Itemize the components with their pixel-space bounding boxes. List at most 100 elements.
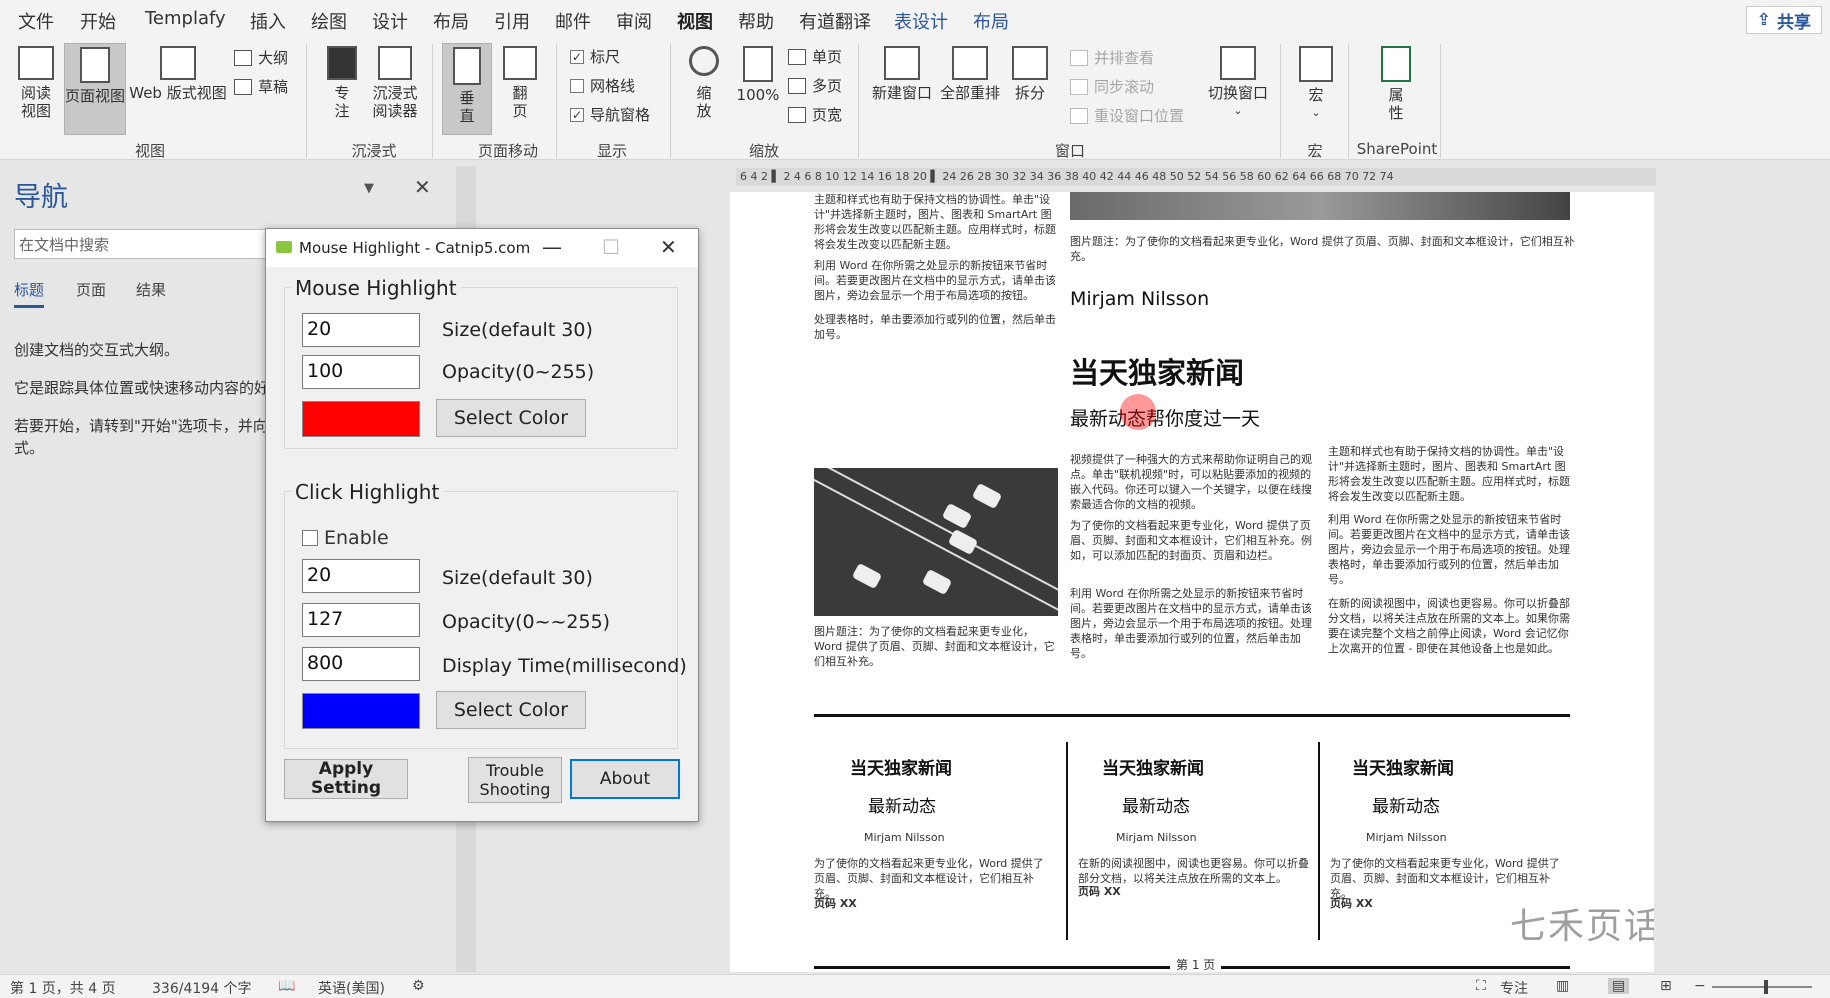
mouse-size-input[interactable]: 20: [302, 313, 420, 347]
gridlines-checkbox[interactable]: 网格线: [570, 75, 635, 96]
nav-pane-check-icon: ✓: [570, 107, 584, 122]
vertical-button[interactable]: 垂直: [442, 43, 492, 135]
tab-templafy[interactable]: Templafy: [145, 8, 226, 29]
tab-insert[interactable]: 插入: [250, 8, 286, 34]
properties-button[interactable]: 属性: [1372, 46, 1420, 122]
click-size-label: Size(default 30): [442, 567, 593, 589]
sync-scroll-label: 同步滚动: [1094, 78, 1155, 96]
apply-setting-button[interactable]: Apply Setting: [284, 759, 408, 799]
road-photo-top[interactable]: [1070, 192, 1570, 220]
tab-review[interactable]: 审阅: [616, 8, 652, 34]
tab-table-design[interactable]: 表设计: [894, 8, 948, 34]
globe-page-icon: [160, 46, 196, 80]
click-opacity-input[interactable]: 127: [302, 603, 420, 637]
tab-layout[interactable]: 布局: [433, 8, 469, 34]
zoom-slider[interactable]: [1712, 980, 1812, 994]
page-width-button[interactable]: 页宽: [788, 104, 842, 125]
horizontal-ruler[interactable]: 6 4 2 ▌ 2 4 6 8 10 12 14 16 18 20 ▌ 24 2…: [736, 168, 1656, 186]
mouse-opacity-input[interactable]: 100: [302, 355, 420, 389]
nav-close-icon[interactable]: ✕: [414, 175, 431, 199]
web-layout-button[interactable]: Web 版式视图: [128, 46, 228, 102]
nav-tab-pages[interactable]: 页面: [76, 279, 106, 300]
one-page-button[interactable]: 单页: [788, 46, 842, 67]
side-to-side-button[interactable]: 翻页: [500, 46, 540, 120]
tab-view[interactable]: 视图: [677, 8, 713, 42]
reset-window-button[interactable]: 重设窗口位置: [1070, 105, 1184, 126]
accessibility-icon[interactable]: ⚙: [412, 978, 425, 994]
tab-youdao[interactable]: 有道翻译: [799, 8, 871, 34]
dialog-titlebar[interactable]: Mouse Highlight - Catnip5.com — ☐ ✕: [266, 229, 698, 267]
document-page[interactable]: 主题和样式也有助于保持文档的协调性。单击"设计"并选择新主题时，图片、图表和 S…: [730, 192, 1654, 972]
focus-button[interactable]: 专注: [322, 46, 362, 120]
print-layout-button[interactable]: 页面视图: [64, 43, 126, 135]
card3-headline: 当天独家新闻: [1352, 759, 1454, 779]
sync-scroll-button[interactable]: 同步滚动: [1070, 76, 1154, 97]
tab-references[interactable]: 引用: [494, 8, 530, 34]
nav-tab-headings[interactable]: 标题: [14, 279, 45, 308]
mid-col2-p2: 利用 Word 在你所需之处显示的新按钮来节省时间。若要更改图片在文档中的显示方…: [1328, 513, 1570, 586]
card3-body: 为了使你的文档看起来更专业化，Word 提供了页眉、页脚、封面和文本框设计，它们…: [1330, 857, 1560, 900]
maximize-icon[interactable]: ☐: [602, 235, 620, 259]
about-button[interactable]: About: [570, 759, 680, 799]
macros-button[interactable]: 宏 ⌄: [1296, 46, 1336, 122]
switch-window-button[interactable]: 切换窗口 ⌄: [1206, 46, 1270, 120]
tab-draw[interactable]: 绘图: [311, 8, 347, 34]
headline: 当天独家新闻: [1070, 356, 1245, 390]
zoom-button[interactable]: 缩放: [684, 46, 724, 120]
immersive-reader-button[interactable]: 沉浸式阅读器: [368, 46, 422, 120]
zoom-out-icon[interactable]: −: [1694, 978, 1706, 994]
status-language[interactable]: 英语(美国): [318, 978, 385, 998]
zoom-slider-thumb[interactable]: [1764, 980, 1768, 994]
tab-help[interactable]: 帮助: [738, 8, 774, 34]
status-focus[interactable]: 专注: [1500, 978, 1528, 998]
card2-headline: 当天独家新闻: [1102, 759, 1204, 779]
macros-icon: [1299, 46, 1333, 82]
trouble-shooting-button[interactable]: Trouble Shooting: [468, 757, 562, 803]
ribbon-separator: [670, 44, 671, 158]
sync-scroll-icon: [1070, 78, 1088, 95]
tab-home[interactable]: 开始: [80, 8, 116, 34]
multi-page-button[interactable]: 多页: [788, 75, 842, 96]
tab-file[interactable]: 文件: [18, 8, 54, 34]
mouse-select-color-button[interactable]: Select Color: [436, 399, 586, 437]
nav-options-chevron-icon[interactable]: ▼: [364, 181, 374, 196]
web-layout-icon[interactable]: ⊞: [1660, 978, 1672, 994]
zoom-100-button[interactable]: 100%: [734, 46, 782, 104]
read-mode-icon[interactable]: ▥: [1556, 978, 1569, 994]
close-icon[interactable]: ✕: [660, 235, 677, 259]
ruler-checkbox[interactable]: ✓ 标尺: [570, 46, 620, 67]
minimize-icon[interactable]: —: [542, 235, 562, 259]
trouble-label-1: Trouble: [485, 761, 545, 780]
tab-table-layout[interactable]: 布局: [973, 8, 1009, 34]
split-button[interactable]: 拆分: [1008, 46, 1052, 102]
side-by-side-button[interactable]: 并排查看: [1070, 47, 1154, 68]
focus-mode-icon[interactable]: ⛶: [1476, 978, 1486, 994]
tab-design[interactable]: 设计: [372, 8, 408, 34]
outline-button[interactable]: 大纲: [234, 47, 288, 68]
zoom-100-icon: [743, 46, 773, 82]
new-window-label: 新建窗口: [871, 84, 932, 102]
road-photo-left[interactable]: [814, 468, 1058, 616]
draft-button[interactable]: 草稿: [234, 76, 288, 97]
status-page-count[interactable]: 第 1 页，共 4 页: [10, 978, 116, 998]
nav-tab-results[interactable]: 结果: [136, 279, 166, 300]
status-word-count[interactable]: 336/4194 个字: [152, 978, 252, 998]
tab-mailings[interactable]: 邮件: [555, 8, 591, 34]
proofing-icon[interactable]: 📖: [278, 978, 295, 994]
enable-checkbox[interactable]: Enable: [302, 527, 389, 549]
nav-pane-checkbox[interactable]: ✓ 导航窗格: [570, 104, 650, 125]
new-window-button[interactable]: 新建窗口: [870, 46, 934, 102]
share-button[interactable]: ⇪ 共享: [1745, 6, 1822, 34]
click-size-input[interactable]: 20: [302, 559, 420, 593]
watermark-text: 七禾页话: [1510, 906, 1654, 947]
immersive-reader-label: 沉浸式阅读器: [372, 84, 418, 120]
focus-icon: [327, 46, 357, 80]
print-layout-icon[interactable]: ▤: [1608, 978, 1630, 994]
read-view-button[interactable]: 阅读视图: [10, 46, 62, 120]
arrange-all-button[interactable]: 全部重排: [938, 46, 1002, 102]
click-select-color-button[interactable]: Select Color: [436, 691, 586, 729]
subheadline: 最新动态帮你度过一天: [1070, 408, 1261, 430]
display-time-input[interactable]: 800: [302, 647, 420, 681]
ribbon-separator: [1280, 44, 1281, 158]
status-bar: 第 1 页，共 4 页 336/4194 个字 📖 英语(美国) ⚙ ⛶ 专注 …: [0, 974, 1830, 998]
